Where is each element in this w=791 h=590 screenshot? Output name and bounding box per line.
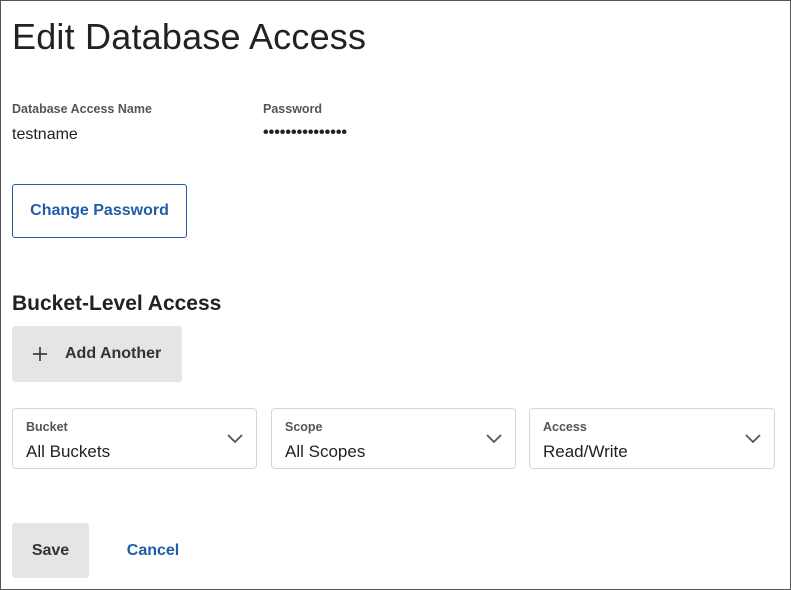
scope-select-value: All Scopes <box>285 442 366 461</box>
chevron-down-icon <box>744 432 762 444</box>
bucket-select-value: All Buckets <box>26 442 111 461</box>
add-another-label: Add Another <box>65 345 162 362</box>
scope-select-label: Scope <box>285 420 323 434</box>
add-another-button[interactable]: Add Another <box>12 326 182 382</box>
bucket-level-access-heading: Bucket-Level Access <box>12 292 222 315</box>
bucket-select[interactable]: Bucket All Buckets <box>12 408 257 469</box>
access-select-value: Read/Write <box>543 442 628 461</box>
cancel-button[interactable]: Cancel <box>111 523 195 578</box>
page-title: Edit Database Access <box>12 16 367 57</box>
edit-database-access-panel: Edit Database Access Database Access Nam… <box>0 0 791 590</box>
access-select[interactable]: Access Read/Write <box>529 408 775 469</box>
access-select-label: Access <box>543 420 587 434</box>
database-access-name-label: Database Access Name <box>12 102 152 116</box>
save-button[interactable]: Save <box>12 523 89 578</box>
chevron-down-icon <box>226 432 244 444</box>
password-label: Password <box>263 102 323 116</box>
database-access-name-value: testname <box>12 126 78 143</box>
plus-icon <box>32 346 48 362</box>
password-value: ••••••••••••••• <box>263 124 348 141</box>
bucket-select-label: Bucket <box>26 420 68 434</box>
scope-select[interactable]: Scope All Scopes <box>271 408 516 469</box>
chevron-down-icon <box>485 432 503 444</box>
change-password-button[interactable]: Change Password <box>12 184 187 238</box>
